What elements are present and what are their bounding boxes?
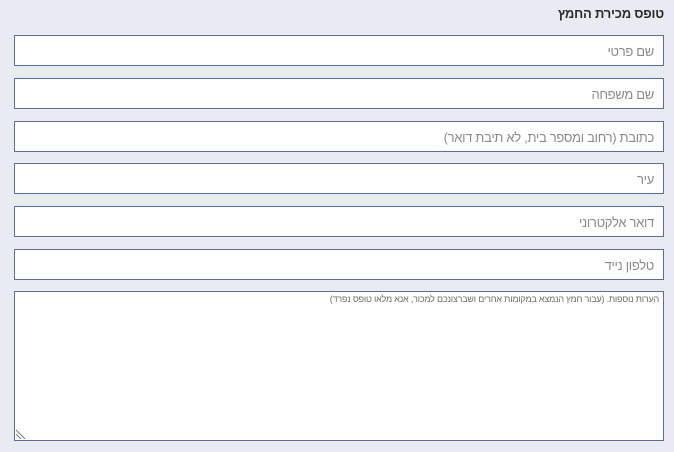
email-field[interactable]: דואר אלקטרוני [14,206,664,237]
notes-textarea[interactable]: הערות נוספות. (עבור חמץ הנמצא במקומות אח… [14,291,664,441]
resize-handle-icon[interactable] [16,429,26,439]
mobile-phone-field[interactable]: טלפון נייד [14,249,664,280]
mobile-phone-label: טלפון נייד [604,258,655,273]
address-label: כתובת (רחוב ומספר בית, לא תיבת דואר) [443,130,655,145]
notes-label: הערות נוספות. (עבור חמץ הנמצא במקומות אח… [329,294,659,304]
last-name-field[interactable]: שם משפחה [14,78,664,109]
form-title: טופס מכירת החמץ [557,6,664,21]
first-name-field[interactable]: שם פרטי [14,35,664,66]
last-name-label: שם משפחה [591,87,654,102]
first-name-label: שם פרטי [607,44,654,59]
city-label: עיר [637,172,654,187]
address-field[interactable]: כתובת (רחוב ומספר בית, לא תיבת דואר) [14,121,664,152]
email-label: דואר אלקטרוני [579,215,654,230]
city-field[interactable]: עיר [14,163,664,194]
